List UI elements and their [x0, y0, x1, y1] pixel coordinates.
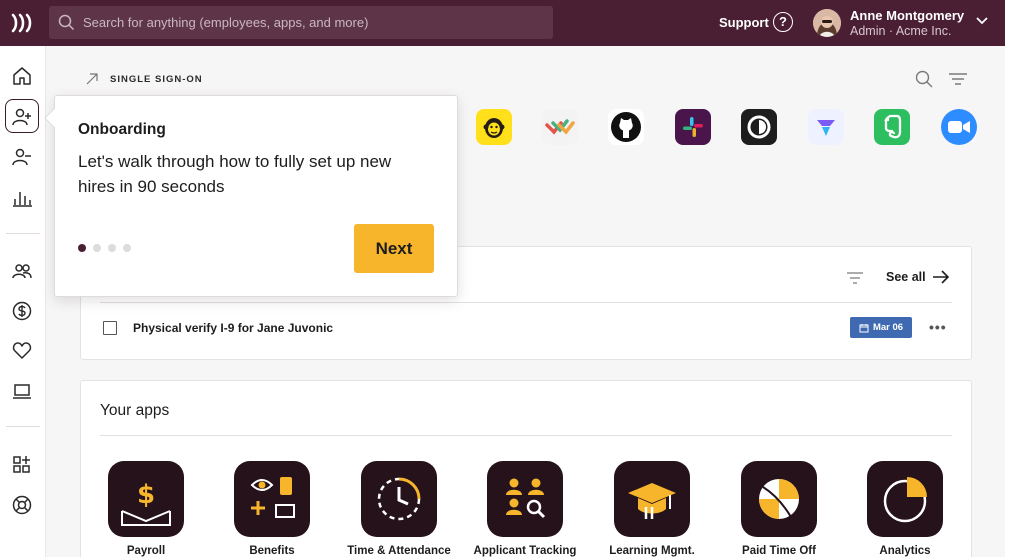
- divider: [100, 302, 952, 303]
- app-time-attendance[interactable]: [361, 461, 437, 537]
- search-placeholder: Search for anything (employees, apps, an…: [83, 15, 369, 30]
- app-learning-mgmt[interactable]: [614, 461, 690, 537]
- chevron-down-icon[interactable]: [975, 16, 989, 26]
- remove-person-icon[interactable]: [11, 146, 33, 168]
- task-title[interactable]: Physical verify I-9 for Jane Juvonic: [133, 321, 333, 335]
- sidebar-divider: [6, 426, 40, 427]
- github-icon: [611, 112, 641, 142]
- add-person-icon[interactable]: [11, 106, 33, 128]
- popover-title: Onboarding: [78, 121, 166, 138]
- sso-app-zoom[interactable]: [941, 109, 977, 145]
- sso-app-2[interactable]: [542, 109, 578, 145]
- sso-app-evernote[interactable]: [874, 109, 910, 145]
- dollar-icon[interactable]: [11, 300, 33, 322]
- filter-icon[interactable]: [846, 272, 864, 284]
- app-payroll[interactable]: $: [108, 461, 184, 537]
- clock-icon: [377, 477, 421, 521]
- next-button[interactable]: Next: [354, 224, 434, 273]
- arrow-up-right-icon: [86, 73, 98, 85]
- step-indicator: [78, 244, 131, 252]
- app-label[interactable]: Applicant Tracking: [460, 545, 590, 557]
- graduation-cap-icon: [628, 483, 676, 519]
- app-analytics[interactable]: [867, 461, 943, 537]
- sso-app-github[interactable]: [608, 109, 644, 145]
- step-dot[interactable]: [123, 244, 131, 252]
- calendar-icon: [859, 323, 869, 332]
- task-checkbox[interactable]: [103, 321, 117, 335]
- app-label[interactable]: Learning Mgmt.: [587, 545, 717, 557]
- step-dot-active[interactable]: [78, 244, 86, 252]
- step-dot[interactable]: [93, 244, 101, 252]
- due-date: Mar 06: [872, 322, 904, 333]
- heart-icon[interactable]: [11, 340, 33, 362]
- smartsheet-like-icon: [545, 119, 575, 135]
- arrow-right-icon[interactable]: [932, 269, 950, 285]
- svg-text:$: $: [137, 480, 155, 510]
- user-name: Anne Montgomery: [850, 8, 965, 23]
- lifebuoy-icon[interactable]: [11, 494, 33, 516]
- mailchimp-icon: [483, 118, 505, 138]
- divider: [100, 435, 952, 436]
- app-label[interactable]: Analytics: [840, 545, 970, 557]
- more-options-icon[interactable]: •••: [929, 319, 947, 335]
- step-dot[interactable]: [108, 244, 116, 252]
- sidebar-divider: [6, 233, 40, 234]
- sso-app-slack[interactable]: [675, 109, 711, 145]
- slack-icon: [683, 117, 703, 137]
- apps-add-icon[interactable]: [11, 454, 33, 476]
- okta-like-icon: [747, 115, 771, 139]
- beach-ball-icon: [759, 479, 799, 519]
- sso-app-mailchimp[interactable]: [476, 109, 512, 145]
- support-link[interactable]: Support: [719, 15, 769, 30]
- laptop-icon[interactable]: [11, 380, 33, 402]
- people-icon[interactable]: [11, 260, 33, 282]
- linear-like-icon: [817, 120, 835, 136]
- bar-chart-icon[interactable]: [11, 187, 33, 209]
- pie-chart-icon: [883, 477, 927, 523]
- benefits-icon: [250, 477, 295, 518]
- app-paid-time-off[interactable]: [741, 461, 817, 537]
- zoom-icon: [948, 121, 970, 133]
- avatar[interactable]: [813, 9, 841, 37]
- evernote-icon: [884, 114, 902, 139]
- user-role: Admin · Acme Inc.: [850, 24, 952, 38]
- applicant-icon: [506, 478, 546, 519]
- popover-body: Let's walk through how to fully set up n…: [78, 152, 392, 196]
- see-all-link[interactable]: See all: [886, 270, 926, 284]
- payroll-icon: $: [121, 480, 171, 526]
- sso-app-6[interactable]: [808, 109, 844, 145]
- help-icon[interactable]: ?: [773, 12, 793, 32]
- left-sidebar: [0, 46, 46, 557]
- app-applicant-tracking[interactable]: [487, 461, 563, 537]
- top-bar: Search for anything (employees, apps, an…: [0, 0, 1005, 46]
- rippling-logo-icon[interactable]: [10, 11, 36, 35]
- app-benefits[interactable]: [234, 461, 310, 537]
- sso-app-5[interactable]: [741, 109, 777, 145]
- search-icon[interactable]: [915, 70, 933, 88]
- app-label[interactable]: Payroll: [81, 545, 211, 557]
- due-date-badge: Mar 06: [850, 317, 912, 338]
- avatar-image: [813, 9, 841, 37]
- home-icon[interactable]: [11, 65, 33, 87]
- app-label[interactable]: Time & Attendance: [334, 545, 464, 557]
- search-icon: [58, 14, 75, 31]
- app-label[interactable]: Paid Time Off: [714, 545, 844, 557]
- global-search[interactable]: Search for anything (employees, apps, an…: [49, 6, 553, 39]
- right-edge: [1005, 0, 1024, 557]
- filter-icon[interactable]: [948, 72, 968, 86]
- app-label[interactable]: Benefits: [207, 545, 337, 557]
- sso-section-title: SINGLE SIGN-ON: [110, 74, 203, 85]
- your-apps-title: Your apps: [100, 402, 170, 419]
